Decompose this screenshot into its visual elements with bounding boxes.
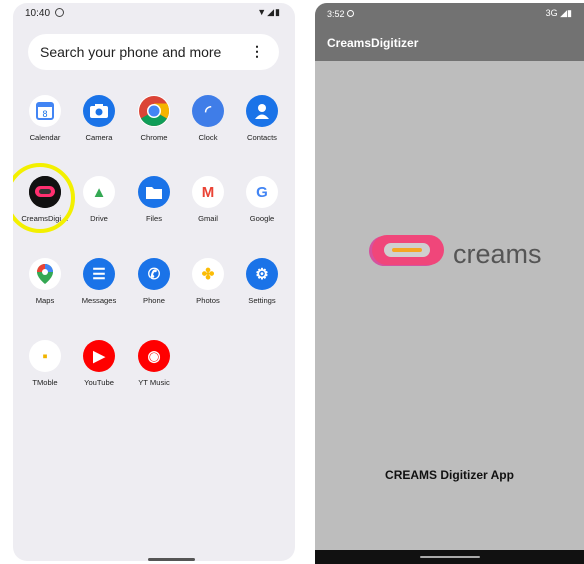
phone-icon: ✆ xyxy=(138,258,170,290)
app-toolbar: 3:52 3G ◢▮ CreamsDigitizer xyxy=(315,3,584,61)
app-label: YT Music xyxy=(138,378,170,387)
app-yt-music[interactable]: ◉ YT Music xyxy=(127,340,181,387)
google-icon: G xyxy=(246,176,278,208)
search-placeholder: Search your phone and more xyxy=(40,44,222,60)
app-messages[interactable]: ☰ Messages xyxy=(72,258,126,305)
maps-icon xyxy=(29,258,61,290)
app-label: Photos xyxy=(196,296,220,305)
gesture-nav-handle[interactable] xyxy=(420,556,480,558)
app-chrome[interactable]: Chrome xyxy=(127,95,181,142)
contacts-icon xyxy=(246,95,278,127)
app-contacts[interactable]: Contacts xyxy=(235,95,289,142)
settings-icon: ⚙ xyxy=(246,258,278,290)
status-notification-icon xyxy=(55,8,64,17)
messages-icon: ☰ xyxy=(83,258,115,290)
app-gmail[interactable]: M Gmail xyxy=(181,176,235,223)
gmail-icon: M xyxy=(192,176,224,208)
app-camera[interactable]: Camera xyxy=(72,95,126,142)
app-label: Gmail xyxy=(198,214,218,223)
camera-icon xyxy=(83,95,115,127)
app-label: Contacts xyxy=(247,133,277,142)
photos-icon: ✤ xyxy=(192,258,224,290)
creams-logo-icon xyxy=(369,235,444,266)
status-bar: 10:40 ▼◢▮ xyxy=(13,3,295,25)
app-label: Camera xyxy=(85,133,113,142)
app-drawer-screen: 10:40 ▼◢▮ Search your phone and more ⋮ 8… xyxy=(13,3,295,561)
app-youtube[interactable]: ▶ YouTube xyxy=(72,340,126,387)
calendar-icon: 8 xyxy=(29,95,61,127)
app-settings[interactable]: ⚙ Settings xyxy=(235,258,289,305)
yt-music-icon: ◉ xyxy=(138,340,170,372)
gesture-nav-handle[interactable] xyxy=(148,558,195,561)
app-photos[interactable]: ✤ Photos xyxy=(181,258,235,305)
status-time: 10:40 xyxy=(25,8,51,19)
app-label: YouTube xyxy=(84,378,114,387)
app-label: TMoble xyxy=(32,378,58,387)
app-label: Chrome xyxy=(140,133,168,142)
tmobile-icon: ▪ xyxy=(29,340,61,372)
app-caption: CREAMS Digitizer App xyxy=(385,468,514,482)
status-notification-icon xyxy=(347,10,354,17)
status-system-icons: 3G ◢▮ xyxy=(545,8,572,18)
app-maps[interactable]: Maps xyxy=(18,258,72,305)
app-label: Files xyxy=(145,214,163,223)
app-label: Drive xyxy=(90,214,108,223)
app-label: Messages xyxy=(81,296,117,305)
navigation-bar xyxy=(315,550,584,564)
app-label: Phone xyxy=(143,296,165,305)
clock-icon: ◜ xyxy=(192,95,224,127)
svg-text:8: 8 xyxy=(42,109,47,119)
creams-app-screen: 3:52 3G ◢▮ CreamsDigitizer creams CREAMS… xyxy=(315,3,584,564)
app-label: Calendar xyxy=(29,133,61,142)
status-system-icons: ▼◢▮ xyxy=(257,7,281,17)
app-title: CreamsDigitizer xyxy=(327,36,419,50)
files-icon xyxy=(138,176,170,208)
app-calendar[interactable]: 8 Calendar xyxy=(18,95,72,142)
more-options-icon[interactable]: ⋮ xyxy=(250,43,264,60)
app-label: Settings xyxy=(248,296,276,305)
logo-wordmark: creams xyxy=(453,239,542,269)
app-drive[interactable]: ▲ Drive xyxy=(72,176,126,223)
app-label: Clock xyxy=(198,133,218,142)
app-clock[interactable]: ◜ Clock xyxy=(181,95,235,142)
app-google[interactable]: G Google xyxy=(235,176,289,223)
youtube-icon: ▶ xyxy=(83,340,115,372)
chrome-icon xyxy=(138,95,170,127)
app-label: Google xyxy=(249,214,275,223)
status-time: 3:52 xyxy=(327,9,345,19)
app-label: Maps xyxy=(35,296,55,305)
app-files[interactable]: Files xyxy=(127,176,181,223)
drive-icon: ▲ xyxy=(83,176,115,208)
app-phone[interactable]: ✆ Phone xyxy=(127,258,181,305)
app-tmobile[interactable]: ▪ TMoble xyxy=(18,340,72,387)
search-bar[interactable]: Search your phone and more ⋮ xyxy=(28,34,279,70)
